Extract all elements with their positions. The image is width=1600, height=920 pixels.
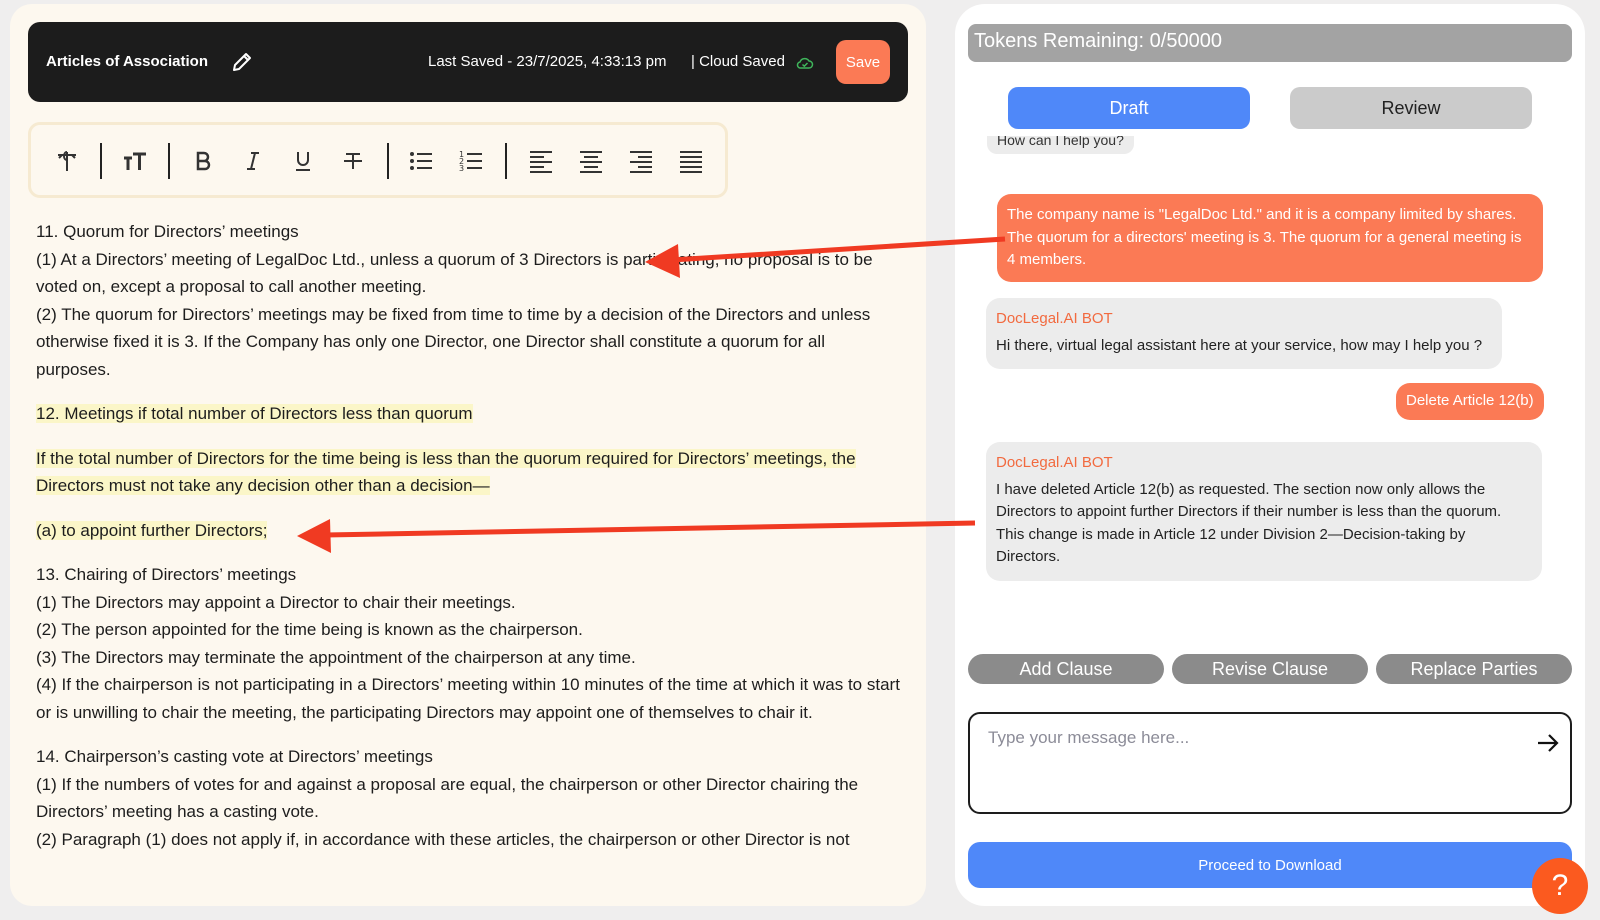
article-heading: 13. Chairing of Directors’ meetings bbox=[36, 565, 297, 584]
tab-review[interactable]: Review bbox=[1290, 87, 1532, 129]
align-left-icon[interactable] bbox=[525, 145, 557, 177]
document-header: Articles of Association Last Saved - 23/… bbox=[28, 22, 908, 102]
strikethrough-icon[interactable] bbox=[337, 145, 369, 177]
article-heading-highlighted: 12. Meetings if total number of Director… bbox=[36, 404, 473, 423]
article-paragraph: (1) If the numbers of votes for and agai… bbox=[36, 774, 859, 822]
bot-message: DocLegal.AI BOT Hi there, virtual legal … bbox=[986, 298, 1502, 369]
user-message: The company name is "LegalDoc Ltd." and … bbox=[997, 194, 1543, 282]
bold-icon[interactable] bbox=[187, 145, 219, 177]
formatting-toolbar: 123 bbox=[28, 122, 728, 198]
revise-clause-button[interactable]: Revise Clause bbox=[1172, 654, 1368, 684]
paragraph-icon[interactable] bbox=[51, 145, 83, 177]
document-body[interactable]: 11. Quorum for Directors’ meetings (1) A… bbox=[36, 218, 900, 853]
align-right-icon[interactable] bbox=[625, 145, 657, 177]
add-clause-button[interactable]: Add Clause bbox=[968, 654, 1164, 684]
save-button[interactable]: Save bbox=[836, 40, 890, 84]
user-message-text: Delete Article 12(b) bbox=[1406, 392, 1534, 409]
article-paragraph: (4) If the chairperson is not participat… bbox=[36, 675, 900, 722]
editor-panel: Articles of Association Last Saved - 23/… bbox=[10, 4, 926, 906]
article-heading: 14. Chairperson’s casting vote at Direct… bbox=[36, 747, 433, 766]
message-composer bbox=[968, 712, 1572, 814]
chat-messages[interactable]: How can I help you? The company name is … bbox=[955, 136, 1585, 606]
tokens-remaining: Tokens Remaining: 0/50000 bbox=[968, 24, 1572, 62]
bot-message-partial: How can I help you? bbox=[987, 136, 1134, 154]
bot-message-text: I have deleted Article 12(b) as requeste… bbox=[996, 480, 1502, 566]
document-title: Articles of Association bbox=[46, 53, 208, 70]
user-message-text: The company name is "LegalDoc Ltd." and … bbox=[1007, 206, 1522, 268]
bullet-list-icon[interactable] bbox=[405, 145, 437, 177]
bot-message-text: Hi there, virtual legal assistant here a… bbox=[996, 336, 1483, 354]
send-arrow-icon[interactable] bbox=[1536, 732, 1560, 754]
underline-icon[interactable] bbox=[287, 145, 319, 177]
text-size-icon[interactable] bbox=[119, 145, 151, 177]
article-paragraph: (1) At a Directors’ meeting of LegalDoc … bbox=[36, 249, 873, 297]
tab-draft[interactable]: Draft bbox=[1008, 87, 1250, 129]
pencil-icon[interactable] bbox=[230, 50, 254, 74]
proceed-to-download-button[interactable]: Proceed to Download bbox=[968, 842, 1572, 888]
bot-message: DocLegal.AI BOT I have deleted Article 1… bbox=[986, 442, 1542, 581]
article-paragraph-highlighted: If the total number of Directors for the… bbox=[36, 448, 856, 495]
user-message: Delete Article 12(b) bbox=[1396, 383, 1544, 420]
toolbar-divider bbox=[100, 143, 102, 179]
numbered-list-icon[interactable]: 123 bbox=[455, 145, 487, 177]
article-paragraph: (2) The person appointed for the time be… bbox=[36, 620, 583, 639]
toolbar-divider bbox=[168, 143, 170, 179]
chat-panel: Tokens Remaining: 0/50000 Draft Review H… bbox=[955, 4, 1585, 906]
toolbar-divider bbox=[505, 143, 507, 179]
toolbar-divider bbox=[387, 143, 389, 179]
align-center-icon[interactable] bbox=[575, 145, 607, 177]
help-button[interactable]: ? bbox=[1532, 858, 1588, 914]
replace-parties-button[interactable]: Replace Parties bbox=[1376, 654, 1572, 684]
cloud-check-icon bbox=[796, 54, 814, 72]
message-input[interactable] bbox=[988, 728, 1508, 748]
article-paragraph: (3) The Directors may terminate the appo… bbox=[36, 647, 636, 667]
article-paragraph: (2) Paragraph (1) does not apply if, in … bbox=[36, 829, 850, 849]
bot-name: DocLegal.AI BOT bbox=[996, 310, 1113, 327]
bot-name: DocLegal.AI BOT bbox=[996, 454, 1113, 471]
last-saved-text: Last Saved - 23/7/2025, 4:33:13 pm bbox=[428, 53, 667, 70]
article-paragraph: (2) The quorum for Directors’ meetings m… bbox=[36, 304, 871, 379]
italic-icon[interactable] bbox=[237, 145, 269, 177]
article-paragraph-highlighted: (a) to appoint further Directors; bbox=[36, 520, 268, 540]
article-paragraph: (1) The Directors may appoint a Director… bbox=[36, 592, 516, 612]
svg-text:3: 3 bbox=[459, 164, 464, 173]
article-heading: 11. Quorum for Directors’ meetings bbox=[36, 222, 299, 241]
align-justify-icon[interactable] bbox=[675, 145, 707, 177]
cloud-saved-status: | Cloud Saved bbox=[691, 53, 785, 70]
